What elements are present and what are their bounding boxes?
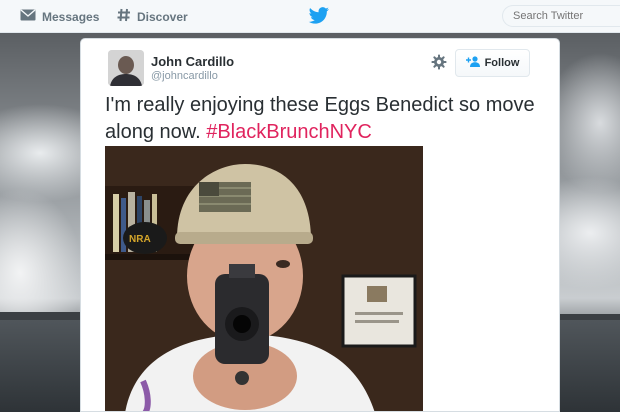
water-right bbox=[560, 320, 620, 412]
top-navigation-bar: Messages Discover bbox=[0, 0, 620, 33]
search-input[interactable] bbox=[502, 5, 620, 27]
tweet-text: I'm really enjoying these Eggs Benedict … bbox=[105, 92, 545, 146]
nav-messages-label: Messages bbox=[42, 9, 100, 24]
follow-button[interactable]: Follow bbox=[455, 49, 530, 77]
avatar[interactable] bbox=[108, 50, 144, 86]
add-user-icon bbox=[465, 56, 480, 70]
author-name[interactable]: John Cardillo bbox=[151, 54, 234, 69]
nav-messages[interactable]: Messages bbox=[20, 0, 99, 33]
twitter-bird-icon[interactable] bbox=[308, 7, 330, 30]
water-left bbox=[0, 320, 80, 412]
nav-discover-label: Discover bbox=[137, 9, 188, 24]
tweet-photo[interactable]: NRA bbox=[105, 146, 423, 411]
tweet-card: John Cardillo @johncardillo Follow I'm r… bbox=[80, 38, 560, 412]
author-handle[interactable]: @johncardillo bbox=[151, 70, 218, 82]
envelope-icon bbox=[20, 9, 36, 24]
gear-icon[interactable] bbox=[431, 54, 447, 70]
nav-discover[interactable]: Discover bbox=[117, 0, 188, 33]
follow-button-label: Follow bbox=[484, 57, 520, 69]
hashtag-icon bbox=[117, 8, 131, 25]
svg-text:NRA: NRA bbox=[129, 234, 151, 245]
hashtag-link[interactable]: #BlackBrunchNYC bbox=[206, 121, 372, 143]
